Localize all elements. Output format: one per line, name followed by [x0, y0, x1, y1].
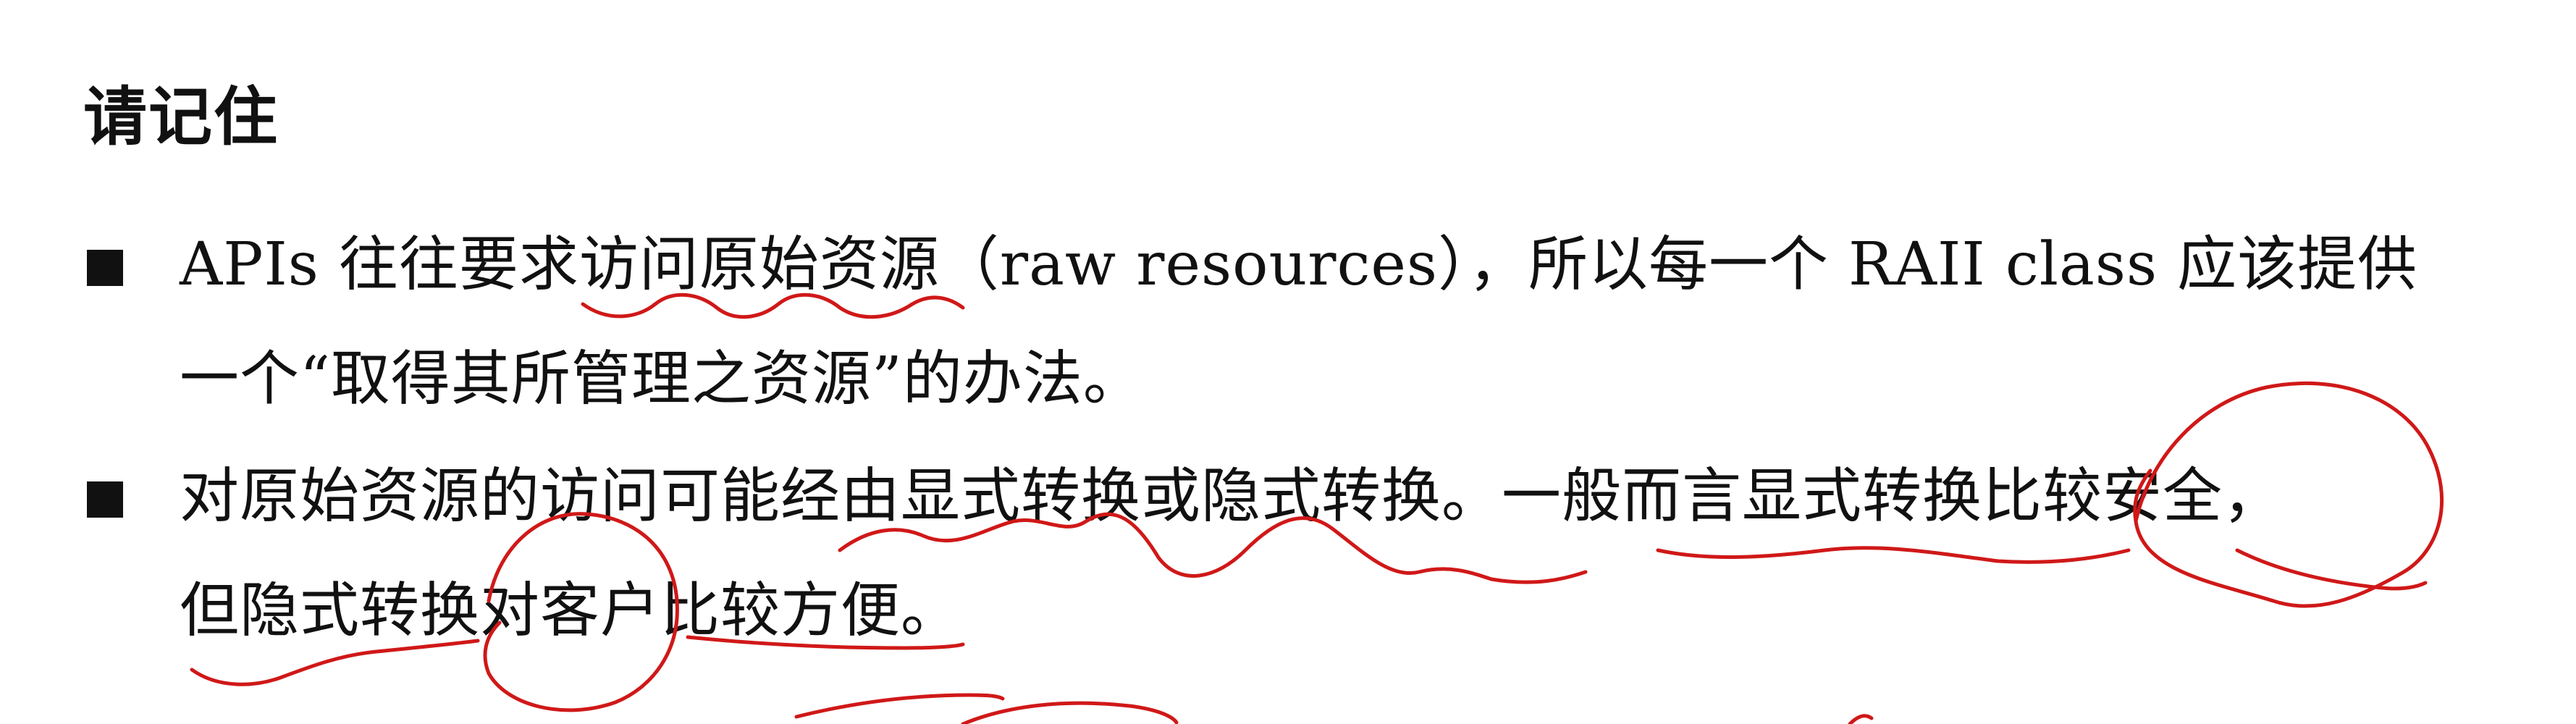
bullet-square-icon — [87, 481, 123, 518]
annotation-tail-1 — [2235, 548, 2428, 591]
bullet-square-icon — [87, 250, 123, 286]
bullet-2-line-2: 但隐式转换对客户比较方便。 — [180, 576, 961, 645]
annotation-underline-4 — [190, 639, 480, 686]
annotation-mark-2 — [961, 701, 1179, 724]
section-heading: 请记住 — [83, 80, 279, 154]
annotation-mark-3 — [1848, 714, 1874, 724]
annotation-mark-1 — [794, 693, 1005, 719]
bullet-2-line-1: 对原始资源的访问可能经由显式转换或隐式转换。一般而言显式转换比较安全， — [180, 462, 2284, 531]
bullet-1-line-2: 一个“取得其所管理之资源”的办法。 — [180, 345, 1143, 413]
bullet-1-line-1: APIs 往往要求访问原始资源（raw resources），所以每一个 RAI… — [180, 230, 2418, 299]
annotation-underline-3 — [1656, 546, 2131, 564]
book-page: 请记住 APIs 往往要求访问原始资源（raw resources），所以每一个… — [0, 0, 2576, 724]
